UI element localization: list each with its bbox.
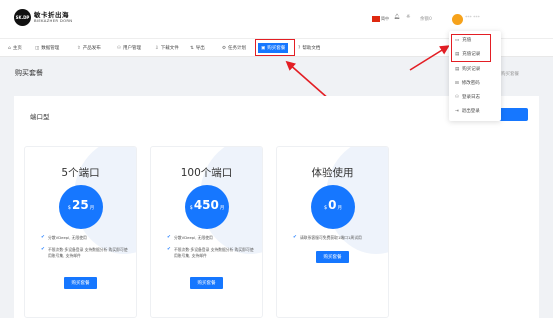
brightness-icon[interactable]: ☼	[406, 14, 410, 20]
menu-label: 登录日志	[462, 95, 481, 100]
nav-label: 产品发布	[82, 46, 101, 51]
price-value: 0	[328, 198, 337, 212]
transfer-icon: ⇅	[190, 46, 194, 51]
buy-plan-button[interactable]: 购买套餐	[316, 251, 349, 263]
breadcrumb[interactable]: 购买套餐	[501, 71, 519, 77]
nav-label: 主页	[12, 46, 22, 51]
nav-item-help[interactable]: ? 帮助文档	[298, 45, 320, 51]
plan-feature: ✔ 不限次数·多设备登录 支持数据分析 购买即可使用账号集, 支持邮件	[167, 247, 254, 258]
nav-item-tasks[interactable]: ⚙ 任务计划	[222, 45, 246, 51]
plan-card: 5个端口 $25 月 ✔ 分散VDeepl, 无限使用 ✔ 不限次数·多设备登录 支持…	[24, 146, 137, 318]
download-icon: ⇩	[155, 46, 159, 51]
plan-feature: ✔ 分散VDeepl, 无限使用	[41, 235, 128, 241]
nav-item-data[interactable]: ◫ 数据管理	[35, 45, 59, 51]
check-icon: ✔	[41, 247, 45, 252]
nav-item-publish[interactable]: ⇧ 产品发布	[77, 45, 101, 51]
help-icon: ?	[298, 46, 301, 51]
plan-card: 体验使用 $0 月 ✔ 请联系客服可免费获取1端口1周试用 购买套餐	[276, 146, 389, 318]
price-currency: $	[323, 205, 328, 211]
feature-text: 不限次数·多设备登录 支持数据分析 购买即可使用账号集, 支持邮件	[174, 247, 254, 258]
plan-card: 100个端口 $450 月 ✔ 分散VDeepl, 无限使用 ✔ 不限次数·多设备登录…	[150, 146, 263, 318]
upload-icon: ⇧	[77, 46, 81, 51]
feature-text: 分散VDeepl, 无限使用	[48, 235, 87, 240]
nav-item-export[interactable]: ⇅ 导出	[190, 45, 205, 51]
nav-label: 下载文件	[160, 46, 179, 51]
username[interactable]: *** ***	[465, 16, 480, 21]
account-balance: 余额0	[420, 17, 432, 22]
plan-title: 体验使用	[311, 167, 354, 179]
plan-price: $450 月	[185, 185, 229, 229]
nav-item-download[interactable]: ⇩ 下载文件	[155, 45, 179, 51]
menu-item-change-password[interactable]: ⊟ 修改密码	[455, 80, 480, 86]
menu-label: 退出登录	[461, 109, 480, 114]
brand-logo[interactable]: SK.DP 敏卡折出海 BIEKAZHER DORN	[14, 9, 72, 26]
price-currency: $	[67, 205, 71, 211]
menu-item-logout[interactable]: ⇥ 退出登录	[455, 108, 480, 114]
panel-title: 端口型	[30, 113, 50, 121]
buy-plan-button[interactable]: 购买套餐	[190, 277, 223, 289]
menu-label: 购买记录	[462, 67, 481, 72]
logo-text: 敏卡折出海 BIEKAZHER DORN	[34, 11, 73, 23]
list-icon: ▤	[455, 67, 460, 72]
menu-label: 修改密码	[461, 81, 480, 86]
plan-price: $25 月	[59, 185, 103, 229]
avatar[interactable]	[452, 14, 463, 25]
price-value: 450	[193, 198, 219, 212]
nav-label: 导出	[195, 46, 205, 51]
brand-name-en: BIEKAZHER DORN	[34, 17, 73, 23]
plan-price: $0 月	[311, 185, 355, 229]
nav-label: 用户管理	[123, 46, 142, 51]
language-flag-icon[interactable]	[372, 16, 380, 22]
feature-text: 不限次数·多设备登录 支持数据分析 购买即可使用账号集, 支持邮件	[48, 247, 128, 258]
data-icon: ◫	[35, 46, 40, 51]
price-unit: 月	[337, 206, 343, 211]
nav-label: 帮助文档	[302, 46, 321, 51]
check-icon: ✔	[41, 235, 45, 240]
check-icon: ✔	[167, 247, 171, 252]
home-icon: ⌂	[8, 46, 11, 51]
highlight-box-nav	[255, 39, 295, 56]
logo-mark: SK.DP	[14, 9, 31, 26]
nav-label: 任务计划	[228, 46, 247, 51]
plan-feature: ✔ 不限次数·多设备登录 支持数据分析 购买即可使用账号集, 支持邮件	[41, 247, 128, 258]
plan-feature: ✔ 请联系客服可免费获取1端口1周试用	[293, 235, 380, 241]
nav-item-home[interactable]: ⌂ 主页	[8, 45, 22, 51]
buy-plan-button[interactable]: 购买套餐	[64, 277, 97, 289]
arrow-to-nav	[285, 60, 331, 101]
bell-icon[interactable]: 🔔︎	[394, 14, 400, 20]
feature-text: 请联系客服可免费获取1端口1周试用	[300, 235, 362, 240]
menu-item-purchase-history[interactable]: ▤ 购买记录	[455, 66, 480, 72]
user-icon: ⚇	[455, 95, 460, 100]
language-label[interactable]: 简中	[381, 16, 389, 22]
page-title: 购买套餐	[15, 69, 43, 77]
nav-label: 数据管理	[41, 46, 60, 51]
feature-text: 分散VDeepl, 无限使用	[174, 235, 213, 240]
check-icon: ✔	[167, 235, 171, 240]
price-currency: $	[189, 205, 193, 211]
check-icon: ✔	[293, 235, 297, 240]
highlight-box-menu	[451, 34, 491, 62]
gear-icon: ⚙	[222, 46, 227, 51]
lock-icon: ⊟	[455, 81, 459, 86]
price-value: 25	[71, 198, 89, 212]
price-unit: 月	[89, 206, 95, 211]
nav-item-users[interactable]: ⚇ 用户管理	[117, 45, 141, 51]
menu-item-login-log[interactable]: ⚇ 登录日志	[455, 94, 480, 100]
logout-icon: ⇥	[455, 109, 459, 114]
plan-title: 100个端口	[180, 167, 233, 179]
user-icon: ⚇	[117, 46, 122, 51]
plan-feature: ✔ 分散VDeepl, 无限使用	[167, 235, 254, 241]
price-unit: 月	[219, 206, 225, 211]
plan-title: 5个端口	[61, 167, 100, 179]
